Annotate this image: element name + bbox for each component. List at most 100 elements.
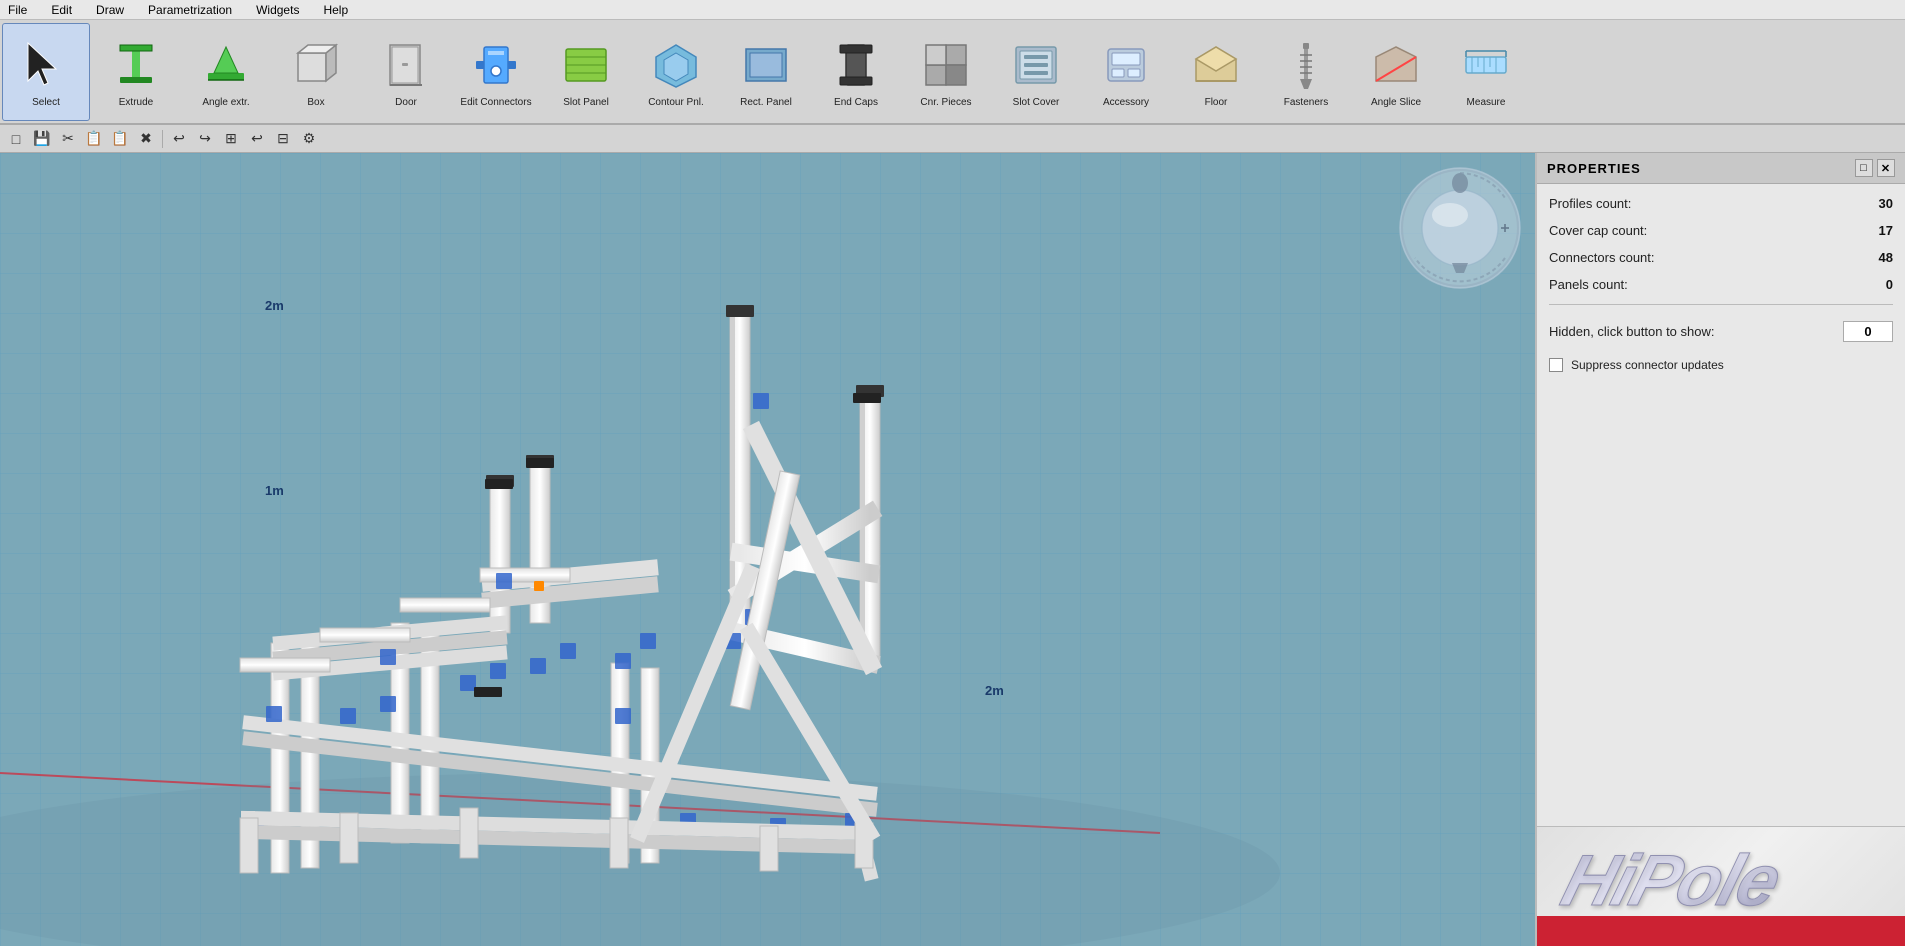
contour-pnl-icon	[646, 35, 706, 95]
tb2-redo[interactable]: ↪	[193, 127, 217, 151]
tool-angle-extr[interactable]: Angle extr.	[182, 23, 270, 121]
logo-area: HiPole	[1537, 826, 1905, 946]
prop-row-connectors: Connectors count: 48	[1549, 250, 1893, 265]
tb2-cut[interactable]: ✂	[56, 127, 80, 151]
menu-file[interactable]: File	[4, 1, 31, 19]
menu-parametrization[interactable]: Parametrization	[144, 1, 236, 19]
box-icon	[286, 35, 346, 95]
properties-header: PROPERTIES □ ✕	[1537, 153, 1905, 184]
measure-icon	[1456, 35, 1516, 95]
prop-label-suppress: Suppress connector updates	[1571, 358, 1724, 372]
logo-text: HiPole	[1553, 830, 1889, 943]
tool-accessory[interactable]: Accessory	[1082, 23, 1170, 121]
tool-extrude[interactable]: Extrude	[92, 23, 180, 121]
cnr-pieces-icon	[916, 35, 976, 95]
properties-close[interactable]: ✕	[1877, 159, 1895, 177]
properties-window-controls: □ ✕	[1855, 159, 1895, 177]
fasteners-icon	[1276, 35, 1336, 95]
tb2-copy[interactable]: 📋	[82, 127, 106, 151]
tb2-settings2[interactable]: ⊟	[271, 127, 295, 151]
end-caps-icon	[826, 35, 886, 95]
tb2-config[interactable]: ⚙	[297, 127, 321, 151]
edit-connectors-icon	[466, 35, 526, 95]
tb2-save[interactable]: 💾	[30, 127, 54, 151]
prop-row-cover-cap: Cover cap count: 17	[1549, 223, 1893, 238]
tool-fasteners[interactable]: Fasteners	[1262, 23, 1350, 121]
prop-value-panels: 0	[1853, 277, 1893, 292]
prop-value-hidden[interactable]: 0	[1843, 321, 1893, 342]
angle-slice-icon	[1366, 35, 1426, 95]
accessory-icon	[1096, 35, 1156, 95]
tool-select-label: Select	[32, 97, 60, 109]
main-area: 2m 1m 2m	[0, 153, 1905, 946]
tool-end-caps[interactable]: End Caps	[812, 23, 900, 121]
tool-end-caps-label: End Caps	[834, 97, 878, 109]
menu-help[interactable]: Help	[319, 1, 352, 19]
tool-fasteners-label: Fasteners	[1284, 97, 1328, 109]
tool-cnr-pieces-label: Cnr. Pieces	[920, 97, 971, 109]
tool-contour-pnl-label: Contour Pnl.	[648, 97, 704, 109]
prop-value-profiles: 30	[1853, 196, 1893, 211]
tb2-new[interactable]: □	[4, 127, 28, 151]
floor-icon	[1186, 35, 1246, 95]
tool-slot-cover[interactable]: Slot Cover	[992, 23, 1080, 121]
tb2-undo[interactable]: ↩	[167, 127, 191, 151]
tool-box-label: Box	[307, 97, 324, 109]
prop-row-profiles: Profiles count: 30	[1549, 196, 1893, 211]
prop-checkbox-suppress[interactable]	[1549, 358, 1563, 372]
properties-minimize[interactable]: □	[1855, 159, 1873, 177]
main-toolbar: Select Extrude Angle extr.	[0, 20, 1905, 125]
tool-angle-slice[interactable]: Angle Slice	[1352, 23, 1440, 121]
tb2-paste[interactable]: 📋	[108, 127, 132, 151]
viewport-3d[interactable]: 2m 1m 2m	[0, 153, 1535, 946]
tb2-back[interactable]: ↩	[245, 127, 269, 151]
prop-label-connectors: Connectors count:	[1549, 250, 1655, 265]
prop-value-connectors: 48	[1853, 250, 1893, 265]
menu-widgets[interactable]: Widgets	[252, 1, 303, 19]
tool-edit-connectors[interactable]: Edit Connectors	[452, 23, 540, 121]
tool-measure[interactable]: Measure	[1442, 23, 1530, 121]
menu-edit[interactable]: Edit	[47, 1, 76, 19]
menu-draw[interactable]: Draw	[92, 1, 128, 19]
tb2-delete[interactable]: ✖	[134, 127, 158, 151]
slot-panel-icon	[556, 35, 616, 95]
prop-value-cover-cap: 17	[1853, 223, 1893, 238]
tool-box[interactable]: Box	[272, 23, 360, 121]
tool-contour-pnl[interactable]: Contour Pnl.	[632, 23, 720, 121]
properties-body: Profiles count: 30 Cover cap count: 17 C…	[1537, 184, 1905, 826]
navigation-widget[interactable]	[1395, 163, 1525, 293]
slot-cover-icon	[1006, 35, 1066, 95]
dim-2m-bottom: 2m	[985, 683, 1004, 698]
properties-panel: PROPERTIES □ ✕ Profiles count: 30 Cover …	[1535, 153, 1905, 946]
tool-slot-panel-label: Slot Panel	[563, 97, 609, 109]
tool-rect-panel[interactable]: Rect. Panel	[722, 23, 810, 121]
prop-row-hidden: Hidden, click button to show: 0	[1549, 321, 1893, 342]
tool-door-label: Door	[395, 97, 417, 109]
dim-2m-top: 2m	[265, 298, 284, 313]
svg-text:HiPole: HiPole	[1555, 840, 1788, 920]
dim-1m-mid: 1m	[265, 483, 284, 498]
door-icon	[376, 35, 436, 95]
tb2-sep1	[162, 130, 163, 148]
tool-slot-panel[interactable]: Slot Panel	[542, 23, 630, 121]
select-icon	[16, 35, 76, 95]
prop-label-profiles: Profiles count:	[1549, 196, 1631, 211]
menubar: File Edit Draw Parametrization Widgets H…	[0, 0, 1905, 20]
prop-row-panels: Panels count: 0	[1549, 277, 1893, 292]
tool-floor[interactable]: Floor	[1172, 23, 1260, 121]
tool-edit-connectors-label: Edit Connectors	[460, 97, 531, 109]
tool-rect-panel-label: Rect. Panel	[740, 97, 792, 109]
viewport-scene	[0, 153, 1535, 946]
tool-select[interactable]: Select	[2, 23, 90, 121]
tool-slot-cover-label: Slot Cover	[1013, 97, 1060, 109]
tool-cnr-pieces[interactable]: Cnr. Pieces	[902, 23, 990, 121]
tool-accessory-label: Accessory	[1103, 97, 1149, 109]
tool-extrude-label: Extrude	[119, 97, 153, 109]
tb2-grid[interactable]: ⊞	[219, 127, 243, 151]
extrude-icon	[106, 35, 166, 95]
tool-door[interactable]: Door	[362, 23, 450, 121]
angle-extr-icon	[196, 35, 256, 95]
prop-label-cover-cap: Cover cap count:	[1549, 223, 1647, 238]
prop-divider	[1549, 304, 1893, 305]
prop-label-panels: Panels count:	[1549, 277, 1628, 292]
